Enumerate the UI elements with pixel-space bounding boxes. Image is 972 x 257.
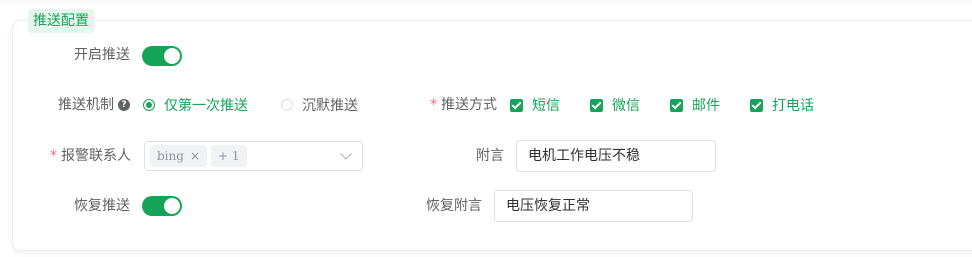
contact-tag-label: bing [157, 149, 184, 163]
checkbox-box [750, 98, 763, 112]
checkbox-box [510, 98, 523, 112]
switch-knob [164, 198, 180, 214]
radio-label: 沉默推送 [302, 98, 358, 114]
radio-dot [281, 99, 293, 111]
restore-push-switch[interactable] [142, 196, 182, 216]
top-divider [0, 0, 972, 6]
switch-knob [164, 48, 180, 64]
checkbox-phone-call[interactable]: 打电话 [750, 95, 814, 115]
radio-label: 仅第一次推送 [164, 98, 248, 114]
radio-dot [143, 99, 155, 111]
panel-title: 推送配置 [28, 9, 94, 33]
push-methods-label-text: 推送方式 [441, 97, 497, 113]
checkbox-label: 打电话 [772, 98, 814, 114]
radio-silent-push[interactable]: 沉默推送 [281, 95, 358, 115]
alarm-contacts-select[interactable]: bing × + 1 [144, 141, 363, 171]
checkbox-label: 短信 [532, 98, 560, 114]
restore-remark-input[interactable]: 电压恢复正常 [494, 190, 693, 222]
checkbox-label: 邮件 [692, 98, 720, 114]
push-mechanism-label-text: 推送机制 [58, 97, 114, 113]
remark-label: 附言 [476, 148, 504, 164]
restore-push-label: 恢复推送 [74, 198, 130, 214]
checkbox-label: 微信 [612, 98, 640, 114]
radio-first-push-only[interactable]: 仅第一次推送 [143, 95, 248, 115]
push-methods-label: * 推送方式 [430, 95, 497, 115]
alarm-contacts-label-text: 报警联系人 [61, 148, 131, 164]
close-icon[interactable]: × [190, 149, 200, 163]
restore-remark-label: 恢复附言 [426, 198, 482, 214]
more-tags-badge: + 1 [211, 145, 247, 167]
checkbox-wechat[interactable]: 微信 [590, 95, 640, 115]
enable-push-switch[interactable] [142, 46, 182, 66]
checkbox-box [670, 98, 683, 112]
contact-tag: bing × [150, 145, 207, 167]
enable-push-label: 开启推送 [74, 47, 130, 63]
checkbox-sms[interactable]: 短信 [510, 95, 560, 115]
checkbox-box [590, 98, 603, 112]
remark-input[interactable]: 电机工作电压不稳 [516, 140, 716, 172]
required-mark: * [50, 148, 57, 164]
checkbox-email[interactable]: 邮件 [670, 95, 720, 115]
required-mark: * [430, 97, 437, 113]
push-mechanism-label: 推送机制? [58, 95, 130, 115]
chevron-down-icon[interactable] [340, 148, 352, 160]
help-icon[interactable]: ? [118, 99, 130, 111]
alarm-contacts-label: * 报警联系人 [50, 146, 131, 166]
